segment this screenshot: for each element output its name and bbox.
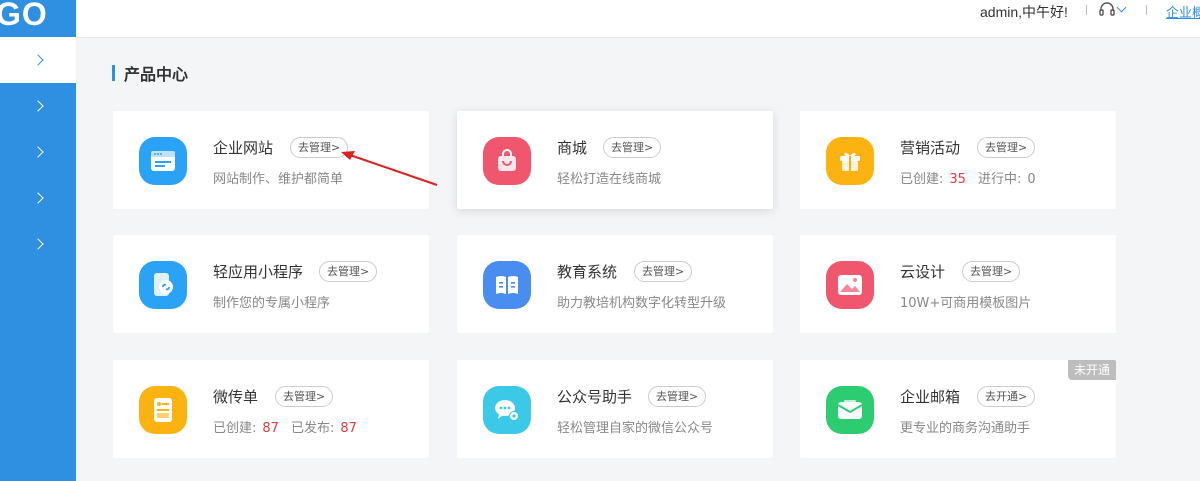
product-name: 营销活动 (900, 139, 961, 157)
product-card-flyer[interactable]: 微传单 去管理> 已创建: 87 已发布: 87 (113, 360, 429, 458)
manage-button[interactable]: 去管理> (275, 386, 334, 407)
section-title-text: 产品中心 (124, 65, 189, 84)
user-greeting[interactable]: admin,中午好! (980, 2, 1068, 22)
sidebar-item-1[interactable] (0, 37, 76, 83)
chevron-right-icon (32, 54, 44, 66)
product-name: 企业网站 (213, 139, 274, 157)
product-card-enterprise-mail[interactable]: 企业邮箱 去开通> 更专业的商务沟通助手 未开通 (800, 360, 1116, 458)
open-button[interactable]: 去开通> (977, 386, 1036, 407)
product-card-mall[interactable]: 商城 去管理> 轻松打造在线商城 (457, 111, 773, 209)
status-badge: 未开通 (1067, 360, 1116, 380)
sidebar-item-4[interactable] (0, 175, 76, 221)
enterprise-overview-link[interactable]: 企业概况 (1166, 2, 1200, 21)
manage-button[interactable]: 去管理> (603, 137, 662, 158)
product-card-website[interactable]: 企业网站 去管理> 网站制作、维护都简单 (113, 111, 429, 209)
product-name: 商城 (557, 139, 588, 157)
sidebar-item-2[interactable] (0, 83, 76, 129)
product-name: 公众号助手 (557, 388, 633, 406)
logo: GO (0, 0, 76, 36)
book-icon (483, 261, 531, 309)
mail-icon (826, 386, 874, 434)
product-card-mini-program[interactable]: 轻应用小程序 去管理> 制作您的专属小程序 (113, 235, 429, 333)
product-name: 云设计 (900, 263, 946, 281)
manage-button[interactable]: 去管理> (319, 261, 378, 282)
manage-button[interactable]: 去管理> (977, 137, 1036, 158)
title-accent-bar (112, 65, 115, 81)
manage-button[interactable]: 去管理> (634, 261, 693, 282)
product-desc: 网站制作、维护都简单 (213, 172, 344, 187)
stat-value: 87 (262, 421, 279, 436)
product-desc: 更专业的商务沟通助手 (900, 421, 1031, 436)
divider (1146, 5, 1147, 15)
manage-button[interactable]: 去管理> (290, 137, 349, 158)
product-card-marketing[interactable]: 营销活动 去管理> 已创建: 35 进行中: 0 (800, 111, 1116, 209)
stat-value: 0 (1027, 172, 1036, 187)
stat-value: 87 (340, 421, 357, 436)
chevron-right-icon (32, 192, 44, 204)
product-name: 企业邮箱 (900, 388, 961, 406)
product-stats: 已创建: 87 已发布: 87 (213, 417, 369, 436)
image-icon (826, 261, 874, 309)
product-name: 微传单 (213, 388, 259, 406)
mini-program-icon (139, 261, 187, 309)
gift-icon (826, 137, 874, 185)
wechat-icon (483, 386, 531, 434)
chevron-right-icon (32, 238, 44, 250)
product-name: 教育系统 (557, 263, 618, 281)
sidebar-item-5[interactable] (0, 221, 76, 267)
shopping-bag-icon (483, 137, 531, 185)
product-name: 轻应用小程序 (213, 263, 304, 281)
stat-label: 已发布: (290, 421, 335, 436)
website-icon (139, 137, 187, 185)
product-card-cloud-design[interactable]: 云设计 去管理> 10W+可商用模板图片 (800, 235, 1116, 333)
logo-text: GO (0, 0, 48, 32)
product-desc: 制作您的专属小程序 (213, 296, 331, 311)
product-desc: 助力教培机构数字化转型升级 (557, 296, 727, 311)
sidebar-item-3[interactable] (0, 129, 76, 175)
stat-value: 35 (949, 172, 966, 187)
manage-button[interactable]: 去管理> (962, 261, 1021, 282)
divider (1086, 5, 1087, 15)
sidebar: GO (0, 0, 76, 481)
flyer-icon (139, 386, 187, 434)
product-desc: 轻松管理自家的微信公众号 (557, 421, 714, 436)
product-card-wechat-assistant[interactable]: 公众号助手 去管理> 轻松管理自家的微信公众号 (457, 360, 773, 458)
headset-icon[interactable] (1098, 2, 1116, 18)
chevron-down-icon[interactable] (1116, 2, 1127, 13)
product-card-education[interactable]: 教育系统 去管理> 助力教培机构数字化转型升级 (457, 235, 773, 333)
stat-label: 已创建: (900, 172, 944, 187)
product-desc: 10W+可商用模板图片 (900, 296, 1032, 311)
chevron-right-icon (32, 146, 44, 158)
section-title: 产品中心 (112, 62, 188, 84)
stat-label: 已创建: (213, 421, 257, 436)
product-desc: 轻松打造在线商城 (557, 172, 662, 187)
chevron-right-icon (32, 100, 44, 112)
product-stats: 已创建: 35 进行中: 0 (900, 168, 1048, 187)
stat-label: 进行中: (977, 172, 1022, 187)
manage-button[interactable]: 去管理> (648, 386, 707, 407)
top-header: admin,中午好! 企业概况 (76, 0, 1200, 38)
